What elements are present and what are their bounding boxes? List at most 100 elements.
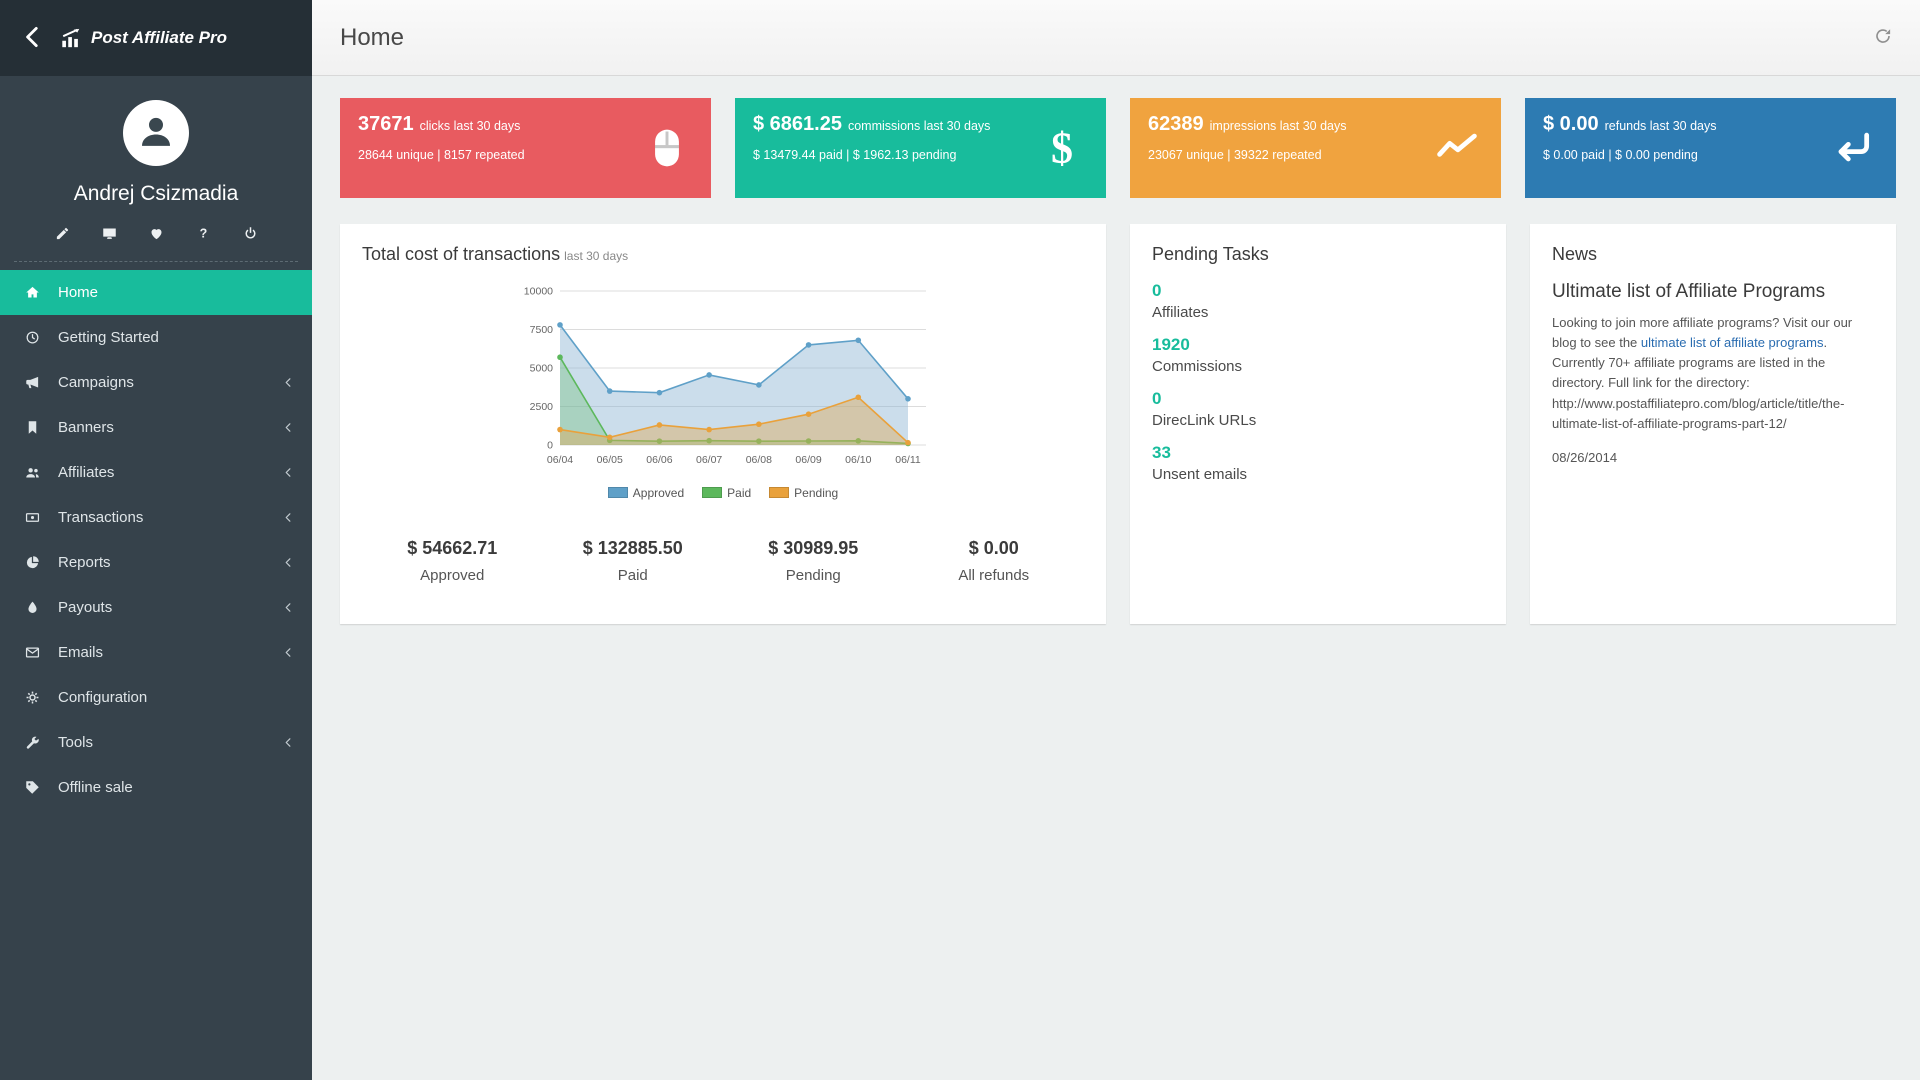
- transactions-totals: $ 54662.71 Approved $ 132885.50 Paid $ 3…: [362, 538, 1084, 584]
- chevron-left-icon: [283, 512, 294, 523]
- transactions-panel-title: Total cost of transactionslast 30 days: [362, 244, 1084, 265]
- app-logo[interactable]: Post Affiliate Pro: [60, 27, 227, 49]
- stat-label: impressions last 30 days: [1210, 119, 1347, 133]
- pending-tasks-title: Pending Tasks: [1152, 244, 1484, 265]
- stat-detail: $ 13479.44 paid | $ 1962.13 pending: [753, 148, 1014, 162]
- person-icon: [135, 109, 177, 157]
- task-count[interactable]: 0: [1152, 389, 1484, 409]
- sidebar-item-campaigns[interactable]: Campaigns: [0, 360, 312, 405]
- task-affiliates: 0 Affiliates: [1152, 281, 1484, 321]
- clock-icon: [25, 330, 58, 345]
- stat-value: $ 6861.25: [753, 113, 842, 135]
- stat-card-impressions[interactable]: 62389impressions last 30 days 23067 uniq…: [1130, 98, 1501, 198]
- pending-tasks-list: 0 Affiliates 1920 Commissions 0 DirecLin…: [1152, 281, 1484, 483]
- banner-icon: [25, 420, 58, 435]
- refresh-icon: [1874, 27, 1892, 48]
- back-button[interactable]: [0, 23, 60, 54]
- sidebar: Post Affiliate Pro Andrej Csizmadia ? Ho…: [0, 0, 312, 1080]
- monitor-icon[interactable]: [102, 226, 117, 241]
- total-value: $ 132885.50: [543, 538, 724, 559]
- sidebar-item-affiliates[interactable]: Affiliates: [0, 450, 312, 495]
- total-label: Approved: [362, 567, 543, 584]
- legend-swatch: [608, 487, 628, 498]
- stat-detail: $ 0.00 paid | $ 0.00 pending: [1543, 148, 1804, 162]
- refresh-button[interactable]: [1874, 27, 1892, 48]
- mouse-icon: [645, 126, 689, 170]
- svg-text:$: $: [1051, 126, 1073, 170]
- main-area: Home 37671clicks last 30 days 28644 uniq…: [312, 0, 1920, 1080]
- chevron-left-icon: [283, 467, 294, 478]
- question-icon[interactable]: ?: [196, 226, 211, 241]
- heart-icon[interactable]: [149, 226, 164, 241]
- sidebar-item-offline-sale[interactable]: Offline sale: [0, 765, 312, 810]
- stat-card-clicks[interactable]: 37671clicks last 30 days 28644 unique | …: [340, 98, 711, 198]
- transactions-panel: Total cost of transactionslast 30 days 0…: [340, 224, 1106, 624]
- sidebar-item-home[interactable]: Home: [0, 270, 312, 315]
- stat-detail: 23067 unique | 39322 repeated: [1148, 148, 1409, 162]
- total-label: Paid: [543, 567, 724, 584]
- sidebar-item-transactions[interactable]: Transactions: [0, 495, 312, 540]
- sidebar-item-configuration[interactable]: Configuration: [0, 675, 312, 720]
- news-link[interactable]: ultimate list of affiliate programs: [1641, 335, 1824, 350]
- total-pending: $ 30989.95 Pending: [723, 538, 904, 584]
- news-date: 08/26/2014: [1552, 450, 1874, 465]
- task-count[interactable]: 0: [1152, 281, 1484, 301]
- sidebar-item-banners[interactable]: Banners: [0, 405, 312, 450]
- payout-icon: [25, 600, 58, 615]
- sidebar-item-tools[interactable]: Tools: [0, 720, 312, 765]
- svg-text:?: ?: [199, 226, 207, 240]
- svg-text:7500: 7500: [530, 324, 554, 336]
- panels-row: Total cost of transactionslast 30 days 0…: [340, 224, 1896, 624]
- svg-text:06/11: 06/11: [895, 454, 921, 466]
- stat-card-commissions[interactable]: $ 6861.25 commissions last 30 days $ 1347…: [735, 98, 1106, 198]
- task-count[interactable]: 33: [1152, 443, 1484, 463]
- task-commissions: 1920 Commissions: [1152, 335, 1484, 375]
- power-icon[interactable]: [243, 226, 258, 241]
- task-count[interactable]: 1920: [1152, 335, 1484, 355]
- stat-label: commissions last 30 days: [848, 119, 990, 133]
- quick-actions: ?: [0, 226, 312, 241]
- chevron-left-icon: [283, 602, 294, 613]
- wrench-icon: [25, 735, 58, 750]
- total-value: $ 30989.95: [723, 538, 904, 559]
- sidebar-item-reports[interactable]: Reports: [0, 540, 312, 585]
- megaphone-icon: [25, 375, 58, 390]
- stat-value: $ 0.00: [1543, 113, 1599, 135]
- chevron-left-icon: [283, 422, 294, 433]
- pencil-icon[interactable]: [55, 226, 70, 241]
- transactions-chart: 02500500075001000006/0406/0506/0606/0706…: [508, 279, 938, 484]
- stat-label: clicks last 30 days: [420, 119, 521, 133]
- svg-text:06/10: 06/10: [845, 454, 871, 466]
- sidebar-item-emails[interactable]: Emails: [0, 630, 312, 675]
- total-value: $ 0.00: [904, 538, 1085, 559]
- page-title: Home: [340, 24, 404, 52]
- app-root: Post Affiliate Pro Andrej Csizmadia ? Ho…: [0, 0, 1920, 1080]
- stat-value: 37671: [358, 113, 414, 135]
- app-logo-text: Post Affiliate Pro: [91, 28, 227, 48]
- sidebar-item-getting-started[interactable]: Getting Started: [0, 315, 312, 360]
- bar-chart-icon: [60, 27, 82, 49]
- svg-text:2500: 2500: [530, 401, 554, 413]
- chevron-left-icon: [283, 737, 294, 748]
- legend-item-paid: Paid: [702, 486, 751, 500]
- sidebar-item-payouts[interactable]: Payouts: [0, 585, 312, 630]
- transactions-panel-subtitle: last 30 days: [564, 249, 628, 263]
- stat-card-refunds[interactable]: $ 0.00refunds last 30 days $ 0.00 paid |…: [1525, 98, 1896, 198]
- dashboard-content: 37671clicks last 30 days 28644 unique | …: [312, 76, 1920, 624]
- news-headline: Ultimate list of Affiliate Programs: [1552, 281, 1874, 303]
- user-block: Andrej Csizmadia ?: [0, 76, 312, 270]
- news-panel: News Ultimate list of Affiliate Programs…: [1530, 224, 1896, 624]
- avatar[interactable]: [123, 100, 189, 166]
- svg-text:5000: 5000: [530, 363, 554, 375]
- total-label: All refunds: [904, 567, 1085, 584]
- sidebar-item-label: Campaigns: [58, 374, 134, 391]
- sidebar-item-label: Offline sale: [58, 779, 133, 796]
- tag-icon: [25, 780, 58, 795]
- users-icon: [25, 465, 58, 480]
- svg-text:06/06: 06/06: [646, 454, 672, 466]
- news-body: Looking to join more affiliate programs?…: [1552, 313, 1874, 434]
- user-name: Andrej Csizmadia: [0, 182, 312, 206]
- legend-swatch: [769, 487, 789, 498]
- legend-item-approved: Approved: [608, 486, 684, 500]
- sidebar-item-label: Reports: [58, 554, 111, 571]
